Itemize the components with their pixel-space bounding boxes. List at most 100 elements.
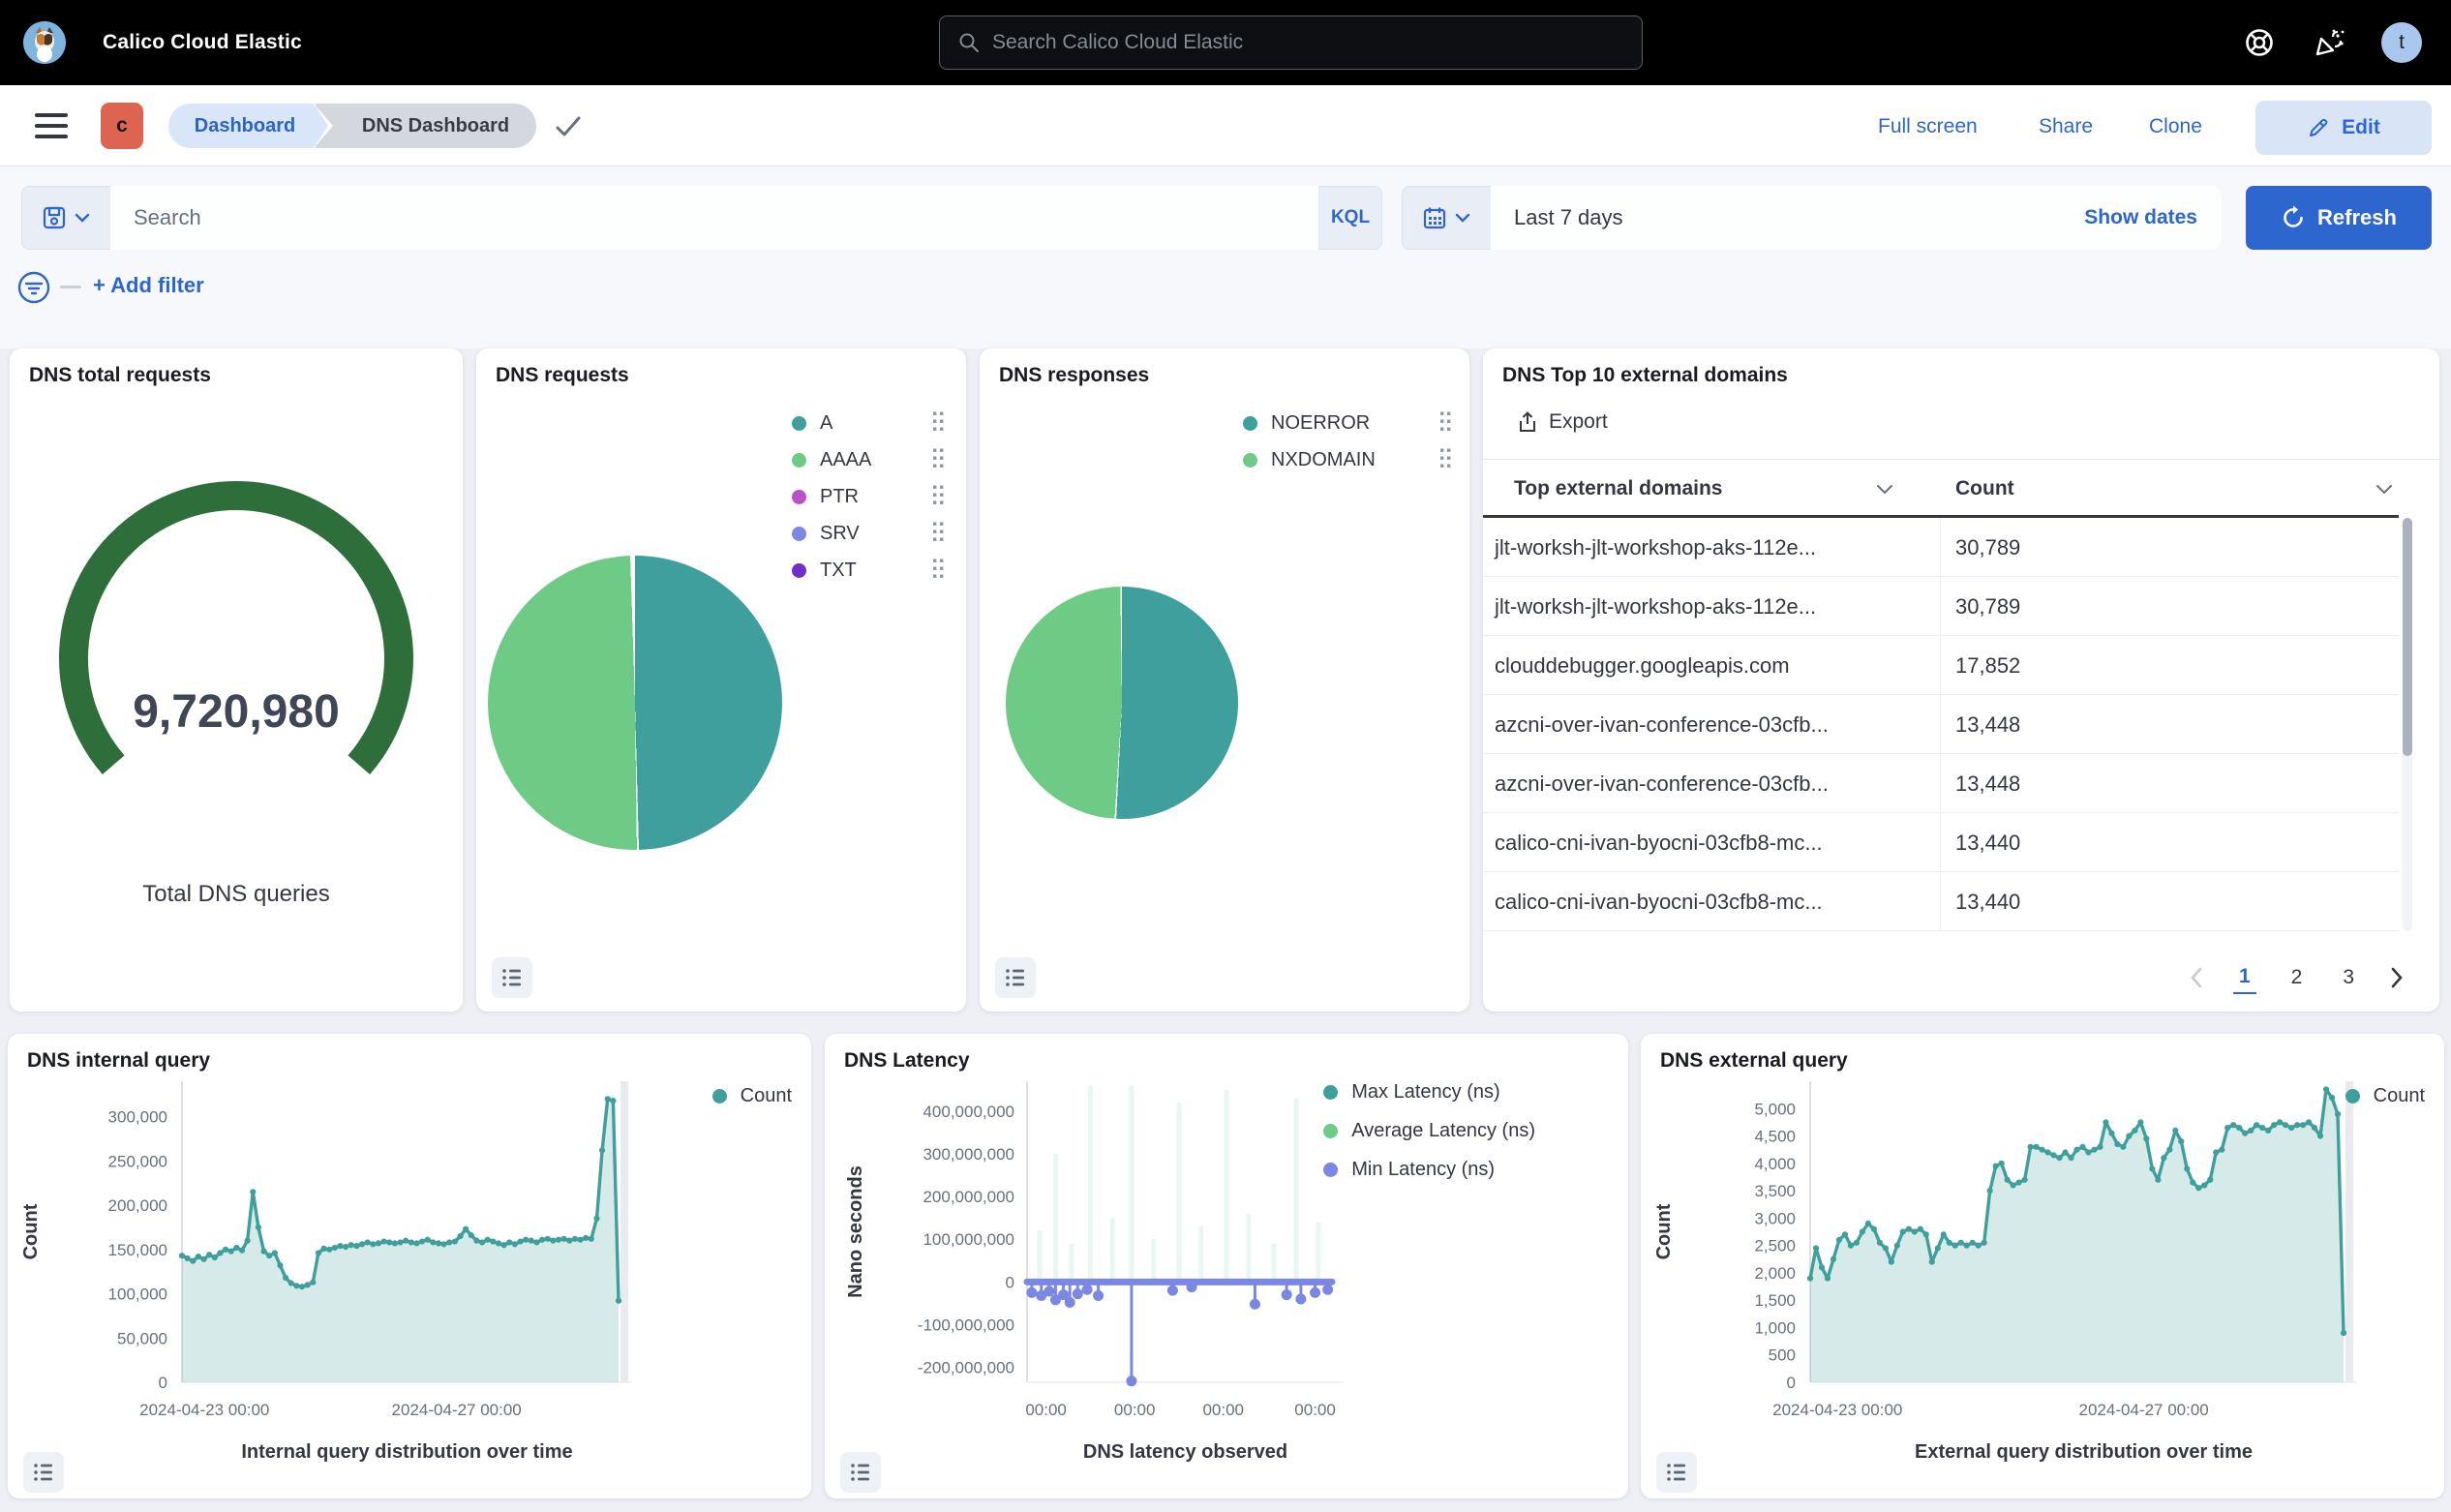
legend-item-count[interactable]: Count (712, 1084, 792, 1107)
quick-date-menu-button[interactable] (1402, 186, 1491, 250)
pagination-next-button[interactable] (2389, 966, 2405, 989)
kql-search-input[interactable] (134, 205, 1295, 230)
news-party-popper-icon (2312, 25, 2346, 60)
legend-color-dot (792, 416, 806, 431)
svg-text:200,000,000: 200,000,000 (923, 1188, 1014, 1206)
share-button[interactable]: Share (2039, 109, 2093, 144)
table-header: Top external domains Count (1483, 463, 2399, 515)
table-row[interactable]: jlt-worksh-jlt-workshop-aks-112e...30,78… (1483, 518, 2399, 577)
total-requests-gauge: 9,720,980 (23, 465, 449, 871)
legend-item-aaaa[interactable]: AAAA (792, 441, 945, 478)
dns-requests-legend: AAAAAPTRSRVTXT (792, 405, 945, 589)
drag-handle-icon (932, 409, 945, 433)
table-row[interactable]: clouddebugger.googleapis.com17,852 (1483, 636, 2399, 695)
table-row[interactable]: azcni-over-ivan-conference-03cfb...13,44… (1483, 754, 2399, 813)
legend-item-ptr[interactable]: PTR (792, 478, 945, 515)
edit-button[interactable]: Edit (2255, 101, 2432, 155)
panel-dns-total-requests: DNS total requests 9,720,980 Total DNS q… (10, 348, 463, 1012)
column-header-domains[interactable]: Top external domains (1514, 463, 1893, 515)
breadcrumb-dns-dashboard[interactable]: DNS Dashboard (316, 104, 536, 148)
dns-requests-pie-chart[interactable] (488, 556, 782, 850)
panel-dns-internal-query: DNS internal query 050,000100,000150,000… (8, 1034, 811, 1498)
panel-title: DNS requests (496, 364, 629, 387)
svg-text:Count: Count (20, 1203, 42, 1259)
legend-item-average-latency-ns-[interactable]: Average Latency (ns) (1323, 1119, 1535, 1142)
internal-query-chart[interactable]: 050,000100,000150,000200,000250,000300,0… (8, 1034, 811, 1498)
sort-chevron-icon (2375, 484, 2393, 495)
table-row[interactable]: jlt-worksh-jlt-workshop-aks-112e...30,78… (1483, 577, 2399, 636)
legend-item-txt[interactable]: TXT (792, 552, 945, 589)
svg-text:2024-04-27 00:00: 2024-04-27 00:00 (2079, 1401, 2209, 1419)
svg-text:400,000,000: 400,000,000 (923, 1103, 1014, 1121)
column-label: Count (1955, 477, 2014, 500)
legend-item-a[interactable]: A (792, 405, 945, 441)
svg-text:0: 0 (159, 1374, 167, 1392)
legend-item-noerror[interactable]: NOERROR (1243, 405, 1452, 441)
svg-text:2,000: 2,000 (1754, 1264, 1796, 1283)
pagination-page-1[interactable]: 1 (2233, 961, 2256, 994)
svg-text:100,000,000: 100,000,000 (923, 1230, 1014, 1249)
panel-legend-toggle-button[interactable] (492, 957, 532, 998)
kql-language-button[interactable]: KQL (1318, 186, 1382, 250)
legend-drag-handle[interactable] (932, 557, 945, 585)
svg-text:4,500: 4,500 (1754, 1128, 1796, 1146)
legend-drag-handle[interactable] (932, 483, 945, 511)
list-icon (33, 1462, 54, 1483)
legend-label: Min Latency (ns) (1351, 1159, 1495, 1181)
user-avatar[interactable]: t (2381, 22, 2422, 63)
legend-drag-handle[interactable] (932, 446, 945, 474)
time-range-value[interactable]: Last 7 days (1514, 205, 1623, 230)
legend-drag-handle[interactable] (932, 520, 945, 548)
cell-domain: calico-cni-ivan-byocni-03cfb8-mc... (1495, 813, 1928, 872)
global-search-input[interactable] (992, 31, 1624, 54)
svg-text:0: 0 (1787, 1374, 1796, 1392)
help-menu-button[interactable] (2238, 21, 2281, 64)
legend-drag-handle[interactable] (932, 409, 945, 438)
pagination-page-2[interactable]: 2 (2285, 962, 2309, 993)
full-screen-button[interactable]: Full screen (1878, 109, 1978, 144)
table-row[interactable]: calico-cni-ivan-byocni-03cfb8-mc...13,44… (1483, 813, 2399, 872)
legend-color-dot (1243, 416, 1257, 431)
filter-menu-button[interactable] (17, 271, 50, 304)
show-dates-button[interactable]: Show dates (2084, 206, 2197, 229)
column-divider (1940, 518, 1941, 931)
pagination-page-3[interactable]: 3 (2337, 962, 2360, 993)
global-search[interactable] (939, 15, 1643, 70)
breadcrumb-dashboard[interactable]: Dashboard (168, 104, 314, 148)
calico-logo[interactable] (23, 21, 66, 64)
column-header-count[interactable]: Count (1955, 463, 2393, 515)
legend-drag-handle[interactable] (1439, 409, 1452, 438)
add-filter-button[interactable]: + Add filter (93, 273, 204, 298)
legend-item-min-latency-ns-[interactable]: Min Latency (ns) (1323, 1158, 1535, 1181)
panel-legend-toggle-button[interactable] (840, 1452, 881, 1493)
table-row[interactable]: calico-cni-ivan-byocni-03cfb8-mc...13,44… (1483, 872, 2399, 931)
pagination-previous-button[interactable] (2189, 966, 2204, 989)
clone-button[interactable]: Clone (2149, 109, 2202, 144)
saved-check-icon[interactable] (554, 114, 583, 144)
refresh-button[interactable]: Refresh (2246, 186, 2432, 250)
save-icon (42, 205, 67, 230)
table-row[interactable]: azcni-over-ivan-conference-03cfb...13,44… (1483, 695, 2399, 754)
news-feed-button[interactable] (2308, 21, 2350, 64)
legend-item-srv[interactable]: SRV (792, 515, 945, 552)
legend-item-max-latency-ns-[interactable]: Max Latency (ns) (1323, 1080, 1535, 1104)
panel-legend-toggle-button[interactable] (23, 1452, 64, 1493)
svg-text:2024-04-23 00:00: 2024-04-23 00:00 (1772, 1401, 1902, 1419)
search-icon (957, 31, 981, 54)
space-badge[interactable]: c (101, 103, 143, 149)
legend-item-nxdomain[interactable]: NXDOMAIN (1243, 441, 1452, 478)
panel-dns-requests: DNS requests AAAAAPTRSRVTXT (476, 348, 966, 1012)
saved-query-menu-button[interactable] (21, 186, 110, 250)
export-button[interactable]: Export (1516, 410, 1608, 434)
legend-label: AAAA (820, 449, 871, 471)
panel-legend-toggle-button[interactable] (995, 957, 1036, 998)
legend-drag-handle[interactable] (1439, 446, 1452, 474)
dns-responses-pie-chart[interactable] (1006, 587, 1238, 819)
table-scrollbar-thumb[interactable] (2403, 518, 2412, 756)
menu-button[interactable] (35, 108, 68, 143)
svg-text:1,500: 1,500 (1754, 1291, 1796, 1310)
external-query-chart[interactable]: 05001,0001,5002,0002,5003,0003,5004,0004… (1641, 1034, 2444, 1498)
panel-legend-toggle-button[interactable] (1656, 1452, 1697, 1493)
legend-item-count[interactable]: Count (2345, 1084, 2425, 1107)
legend-color-dot (1323, 1163, 1338, 1177)
